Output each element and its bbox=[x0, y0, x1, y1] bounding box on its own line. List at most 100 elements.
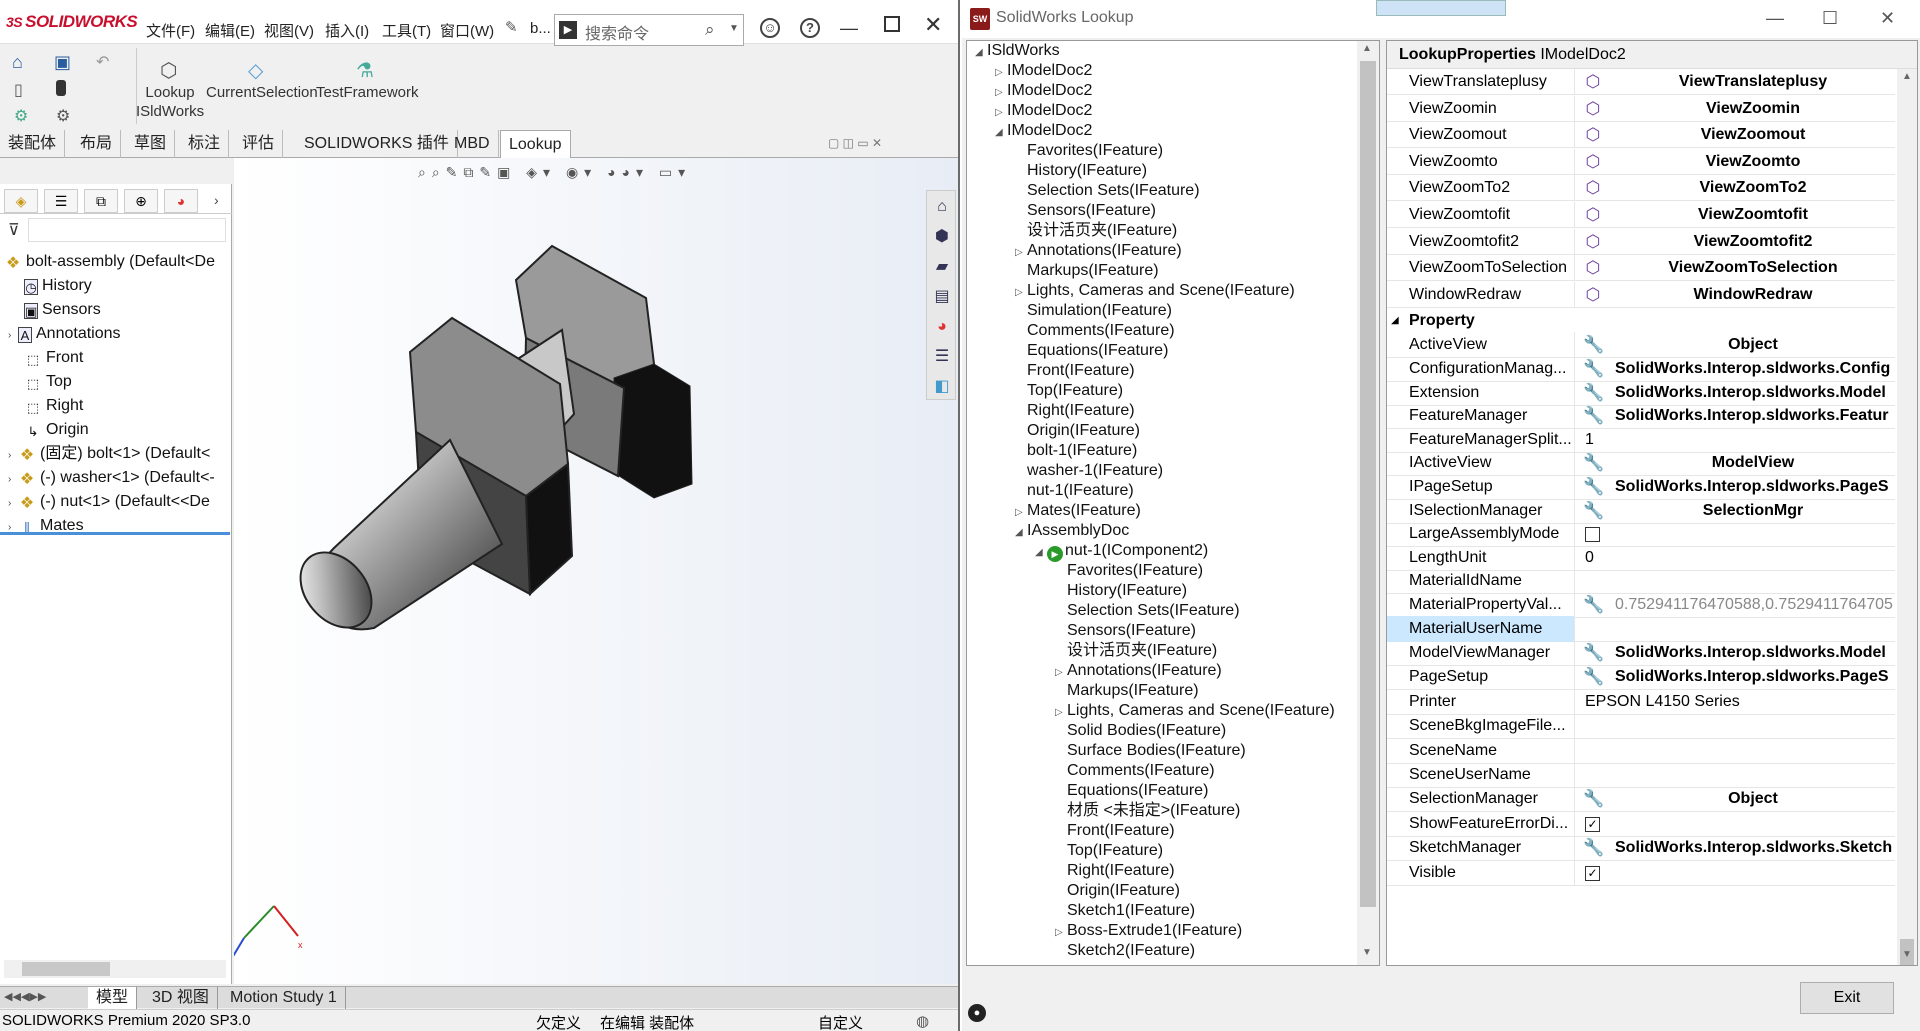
chevron-right-icon[interactable]: › bbox=[214, 192, 219, 208]
wrench-icon[interactable]: 🔧 bbox=[1583, 643, 1604, 663]
object-tree-node[interactable]: Selection Sets(IFeature) bbox=[1055, 601, 1240, 621]
object-tree-node[interactable]: Equations(IFeature) bbox=[1055, 781, 1208, 801]
wrench-icon[interactable]: 🔧 bbox=[1583, 406, 1604, 426]
status-icon[interactable]: ◍ bbox=[916, 1012, 929, 1030]
current-selection-button[interactable]: CurrentSelection bbox=[206, 84, 318, 101]
property-row[interactable]: PageSetup 🔧 SolidWorks.Interop.sldworks.Pa… bbox=[1387, 664, 1895, 691]
minimize-icon[interactable]: — bbox=[1766, 8, 1784, 29]
wrench-icon[interactable]: 🔧 bbox=[1583, 595, 1604, 615]
menu-insert[interactable]: 插入(I) bbox=[325, 20, 369, 41]
lookup-button[interactable]: Lookup bbox=[140, 84, 200, 101]
tree-scrollbar[interactable]: ▲ ▼ bbox=[1357, 41, 1379, 965]
object-tree-node[interactable]: Right(IFeature) bbox=[1055, 861, 1175, 881]
method-cube-icon[interactable]: ⬡ bbox=[1583, 285, 1603, 305]
new-document-icon[interactable]: ▯ bbox=[14, 80, 23, 100]
property-row[interactable]: ViewZoomout ⬡ ViewZoomout bbox=[1387, 122, 1895, 149]
property-checkbox[interactable]: ✓ bbox=[1585, 816, 1600, 832]
property-value[interactable]: ⬡ ViewZoomTo2 bbox=[1577, 175, 1895, 201]
object-tree-node[interactable]: ▷ Annotations(IFeature) bbox=[1015, 241, 1182, 261]
tab-addins[interactable]: SOLIDWORKS 插件 bbox=[296, 130, 458, 158]
property-row[interactable]: Visible ✓ bbox=[1387, 859, 1895, 886]
property-row[interactable]: MaterialPropertyVal... 🔧 0.752941176470588… bbox=[1387, 592, 1895, 618]
github-icon[interactable]: ● bbox=[968, 1004, 986, 1022]
object-tree-node[interactable]: Solid Bodies(IFeature) bbox=[1055, 721, 1226, 741]
property-row[interactable]: IPageSetup 🔧 SolidWorks.Interop.sldworks.P… bbox=[1387, 474, 1895, 500]
expand-arrow-icon[interactable]: ▷ bbox=[1055, 703, 1067, 723]
exit-button[interactable]: Exit bbox=[1800, 982, 1894, 1014]
expand-icon[interactable]: › bbox=[8, 324, 18, 348]
property-value[interactable] bbox=[1577, 738, 1895, 764]
bolt-assembly-model[interactable]: x z bbox=[234, 158, 958, 984]
maximize-icon[interactable]: ☐ bbox=[1822, 8, 1838, 29]
property-value[interactable]: ⬡ ViewZoomtofit bbox=[1577, 202, 1895, 228]
tab-mbd[interactable]: MBD bbox=[446, 130, 499, 158]
scrollbar-thumb[interactable] bbox=[22, 962, 110, 976]
object-tree-node[interactable]: ▷ IModelDoc2 bbox=[995, 81, 1092, 101]
property-value[interactable] bbox=[1577, 616, 1895, 642]
property-row[interactable]: ViewTranslateplusy ⬡ ViewTranslateplusy bbox=[1387, 69, 1895, 95]
tab-model[interactable]: 模型 bbox=[88, 987, 138, 1009]
property-value[interactable]: 🔧 Object bbox=[1577, 332, 1895, 358]
object-tree-node[interactable]: Sketch2(IFeature) bbox=[1055, 941, 1195, 961]
method-cube-icon[interactable]: ⬡ bbox=[1583, 178, 1603, 198]
lookup-icon[interactable]: ⬡ bbox=[160, 58, 177, 83]
object-tree-node[interactable]: 设计活页夹(IFeature) bbox=[1055, 641, 1217, 661]
object-tree[interactable]: ◢ ISldWorks ▷ IModelDoc2 ▷ IModelDoc2 ▷ IModelD… bbox=[966, 40, 1380, 966]
property-row[interactable]: SelectionManager 🔧 Object bbox=[1387, 786, 1895, 813]
filter-icon[interactable]: ⊽ bbox=[8, 220, 20, 240]
tree-item-top[interactable]: ⬚ Top bbox=[24, 370, 72, 394]
tree-item-nut[interactable]: › ❖ (-) nut<1> (Default<<De bbox=[8, 490, 210, 514]
scroll-down-icon[interactable]: ▼ bbox=[1902, 949, 1912, 960]
object-tree-node[interactable]: bolt-1(IFeature) bbox=[1015, 441, 1137, 461]
scroll-down-icon[interactable]: ▼ bbox=[1362, 947, 1372, 958]
property-row[interactable]: ConfigurationManag... 🔧 SolidWorks.Interop… bbox=[1387, 356, 1895, 382]
tree-item-bolt[interactable]: › ❖ (固定) bolt<1> (Default< bbox=[8, 442, 210, 466]
expand-icon[interactable]: › bbox=[8, 516, 18, 540]
object-tree-node[interactable]: Markups(IFeature) bbox=[1055, 681, 1199, 701]
object-tree-node[interactable]: Comments(IFeature) bbox=[1055, 761, 1215, 781]
wrench-icon[interactable]: 🔧 bbox=[1583, 383, 1604, 403]
close-icon[interactable]: ✕ bbox=[924, 12, 942, 38]
menu-view[interactable]: 视图(V) bbox=[264, 20, 314, 41]
expand-arrow-icon[interactable]: ▷ bbox=[1015, 243, 1027, 263]
home-icon[interactable]: ⌂ bbox=[12, 52, 23, 73]
property-row[interactable]: SceneName bbox=[1387, 737, 1895, 764]
object-tree-node[interactable]: History(IFeature) bbox=[1055, 581, 1187, 601]
object-tree-node[interactable]: washer-1(IFeature) bbox=[1015, 461, 1163, 481]
property-value[interactable]: 🔧 SolidWorks.Interop.sldworks.PageS bbox=[1577, 664, 1895, 690]
expand-arrow-icon[interactable]: ▷ bbox=[1015, 283, 1027, 303]
scroll-up-icon[interactable]: ▲ bbox=[1902, 71, 1912, 82]
maximize-icon[interactable] bbox=[884, 16, 900, 32]
horizontal-scrollbar[interactable] bbox=[4, 960, 226, 978]
object-tree-node[interactable]: Origin(IFeature) bbox=[1015, 421, 1140, 441]
window-controls-icon[interactable]: ▢ ◫ ▭ ✕ bbox=[828, 136, 882, 150]
custom-properties-icon[interactable]: ☰ bbox=[930, 345, 954, 369]
object-tree-node[interactable]: Front(IFeature) bbox=[1015, 361, 1135, 381]
object-tree-node[interactable]: ◢ IModelDoc2 bbox=[995, 121, 1092, 141]
method-cube-icon[interactable]: ⬡ bbox=[1583, 72, 1603, 92]
save-icon[interactable]: ▣ bbox=[54, 52, 71, 73]
property-value[interactable] bbox=[1577, 762, 1895, 788]
traffic-light-icon[interactable] bbox=[56, 80, 66, 96]
menu-file[interactable]: 文件(F) bbox=[146, 20, 195, 41]
tab-3d-view[interactable]: 3D 视图 bbox=[144, 987, 218, 1009]
property-value[interactable]: ⬡ ViewZoomToSelection bbox=[1577, 255, 1895, 281]
wrench-icon[interactable]: 🔧 bbox=[1583, 335, 1604, 355]
tab-sketch[interactable]: 草图 bbox=[126, 130, 176, 158]
feature-tree-tab-icon[interactable]: ◈ bbox=[4, 189, 38, 213]
home-icon[interactable]: ⌂ bbox=[930, 195, 954, 219]
property-value-text[interactable]: 0 bbox=[1585, 545, 1594, 571]
expand-arrow-icon[interactable]: ▷ bbox=[1015, 503, 1027, 523]
property-value-text[interactable]: 1 bbox=[1585, 427, 1594, 453]
object-tree-node[interactable]: Sensors(IFeature) bbox=[1015, 201, 1156, 221]
wrench-icon[interactable]: 🔧 bbox=[1583, 359, 1604, 379]
close-icon[interactable]: ✕ bbox=[1880, 8, 1895, 29]
property-row[interactable]: ViewZoomto ⬡ ViewZoomto bbox=[1387, 148, 1895, 175]
configuration-tab-icon[interactable]: ⧉ bbox=[84, 189, 118, 213]
test-framework-icon[interactable]: ⚗ bbox=[356, 58, 374, 83]
property-value[interactable]: ✓ bbox=[1577, 860, 1895, 886]
library-icon[interactable]: ▤ bbox=[930, 285, 954, 309]
collapse-arrow-icon[interactable]: ◢ bbox=[995, 123, 1007, 143]
property-value[interactable]: 🔧 SolidWorks.Interop.sldworks.Sketch bbox=[1577, 835, 1895, 861]
property-value[interactable]: 🔧 SolidWorks.Interop.sldworks.Model bbox=[1577, 640, 1895, 666]
